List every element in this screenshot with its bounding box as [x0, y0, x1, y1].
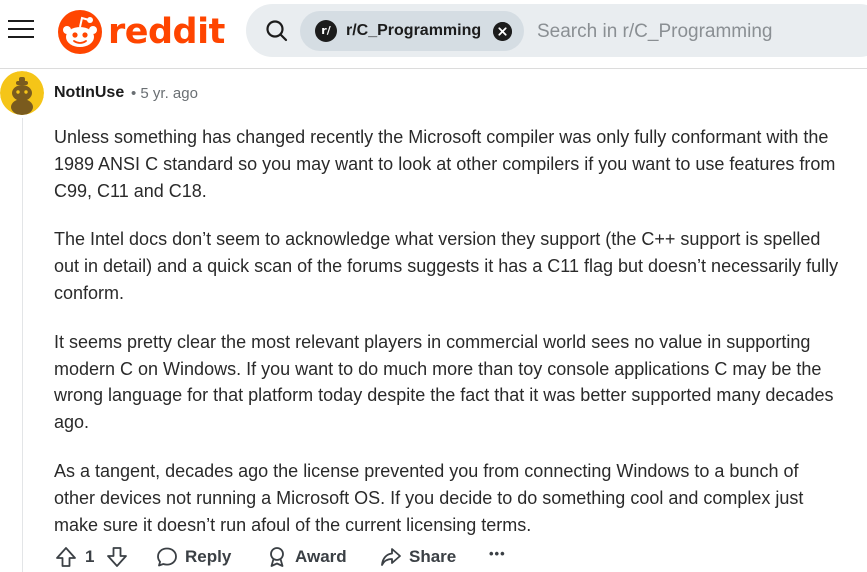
upvote-icon — [56, 547, 76, 567]
comment-paragraph: As a tangent, decades ago the license pr… — [54, 460, 804, 535]
share-button[interactable]: Share — [379, 545, 456, 569]
reply-button[interactable]: Reply — [155, 545, 231, 569]
logo-wordmark: reddit — [108, 12, 225, 52]
search-input[interactable] — [535, 17, 839, 47]
reddit-logo[interactable]: reddit — [58, 9, 225, 55]
comment-icon — [157, 547, 177, 567]
award-label: Award — [295, 547, 347, 566]
comment-paragraph: It seems pretty clear the most relevant … — [54, 331, 834, 433]
share-label: Share — [409, 547, 457, 566]
comment-paragraph: The Intel docs don’t seem to acknowledge… — [54, 229, 839, 303]
close-icon[interactable] — [493, 22, 512, 41]
share-icon — [381, 548, 401, 566]
reply-label: Reply — [185, 547, 232, 566]
comment-author[interactable]: NotInUse — [54, 84, 124, 102]
award-icon — [270, 547, 284, 567]
vote-count: 1 — [85, 547, 95, 566]
search-bar[interactable]: r/ r/C_Programming — [246, 4, 867, 57]
downvote-icon — [107, 547, 127, 567]
upvote-button[interactable] — [54, 545, 78, 569]
hamburger-menu-icon[interactable] — [8, 18, 34, 40]
subreddit-filter-chip[interactable]: r/ r/C_Programming — [300, 11, 524, 51]
comment-thread-line[interactable] — [22, 118, 23, 572]
user-avatar-icon — [0, 71, 44, 115]
comment-body: Unless something has changed recently th… — [54, 124, 844, 560]
search-icon — [266, 20, 288, 42]
subreddit-chip-label: r/C_Programming — [346, 22, 482, 39]
more-icon[interactable]: ••• — [489, 546, 506, 561]
reddit-snoo-icon — [58, 10, 102, 54]
downvote-button[interactable] — [105, 545, 129, 569]
avatar[interactable] — [0, 71, 44, 115]
award-button[interactable]: Award — [265, 545, 347, 569]
subreddit-badge: r/ — [315, 20, 337, 42]
top-bar: reddit r/ r/C_Programming — [0, 0, 867, 69]
comment-timestamp: • 5 yr. ago — [131, 85, 198, 102]
comment-paragraph: Unless something has changed recently th… — [54, 127, 836, 201]
